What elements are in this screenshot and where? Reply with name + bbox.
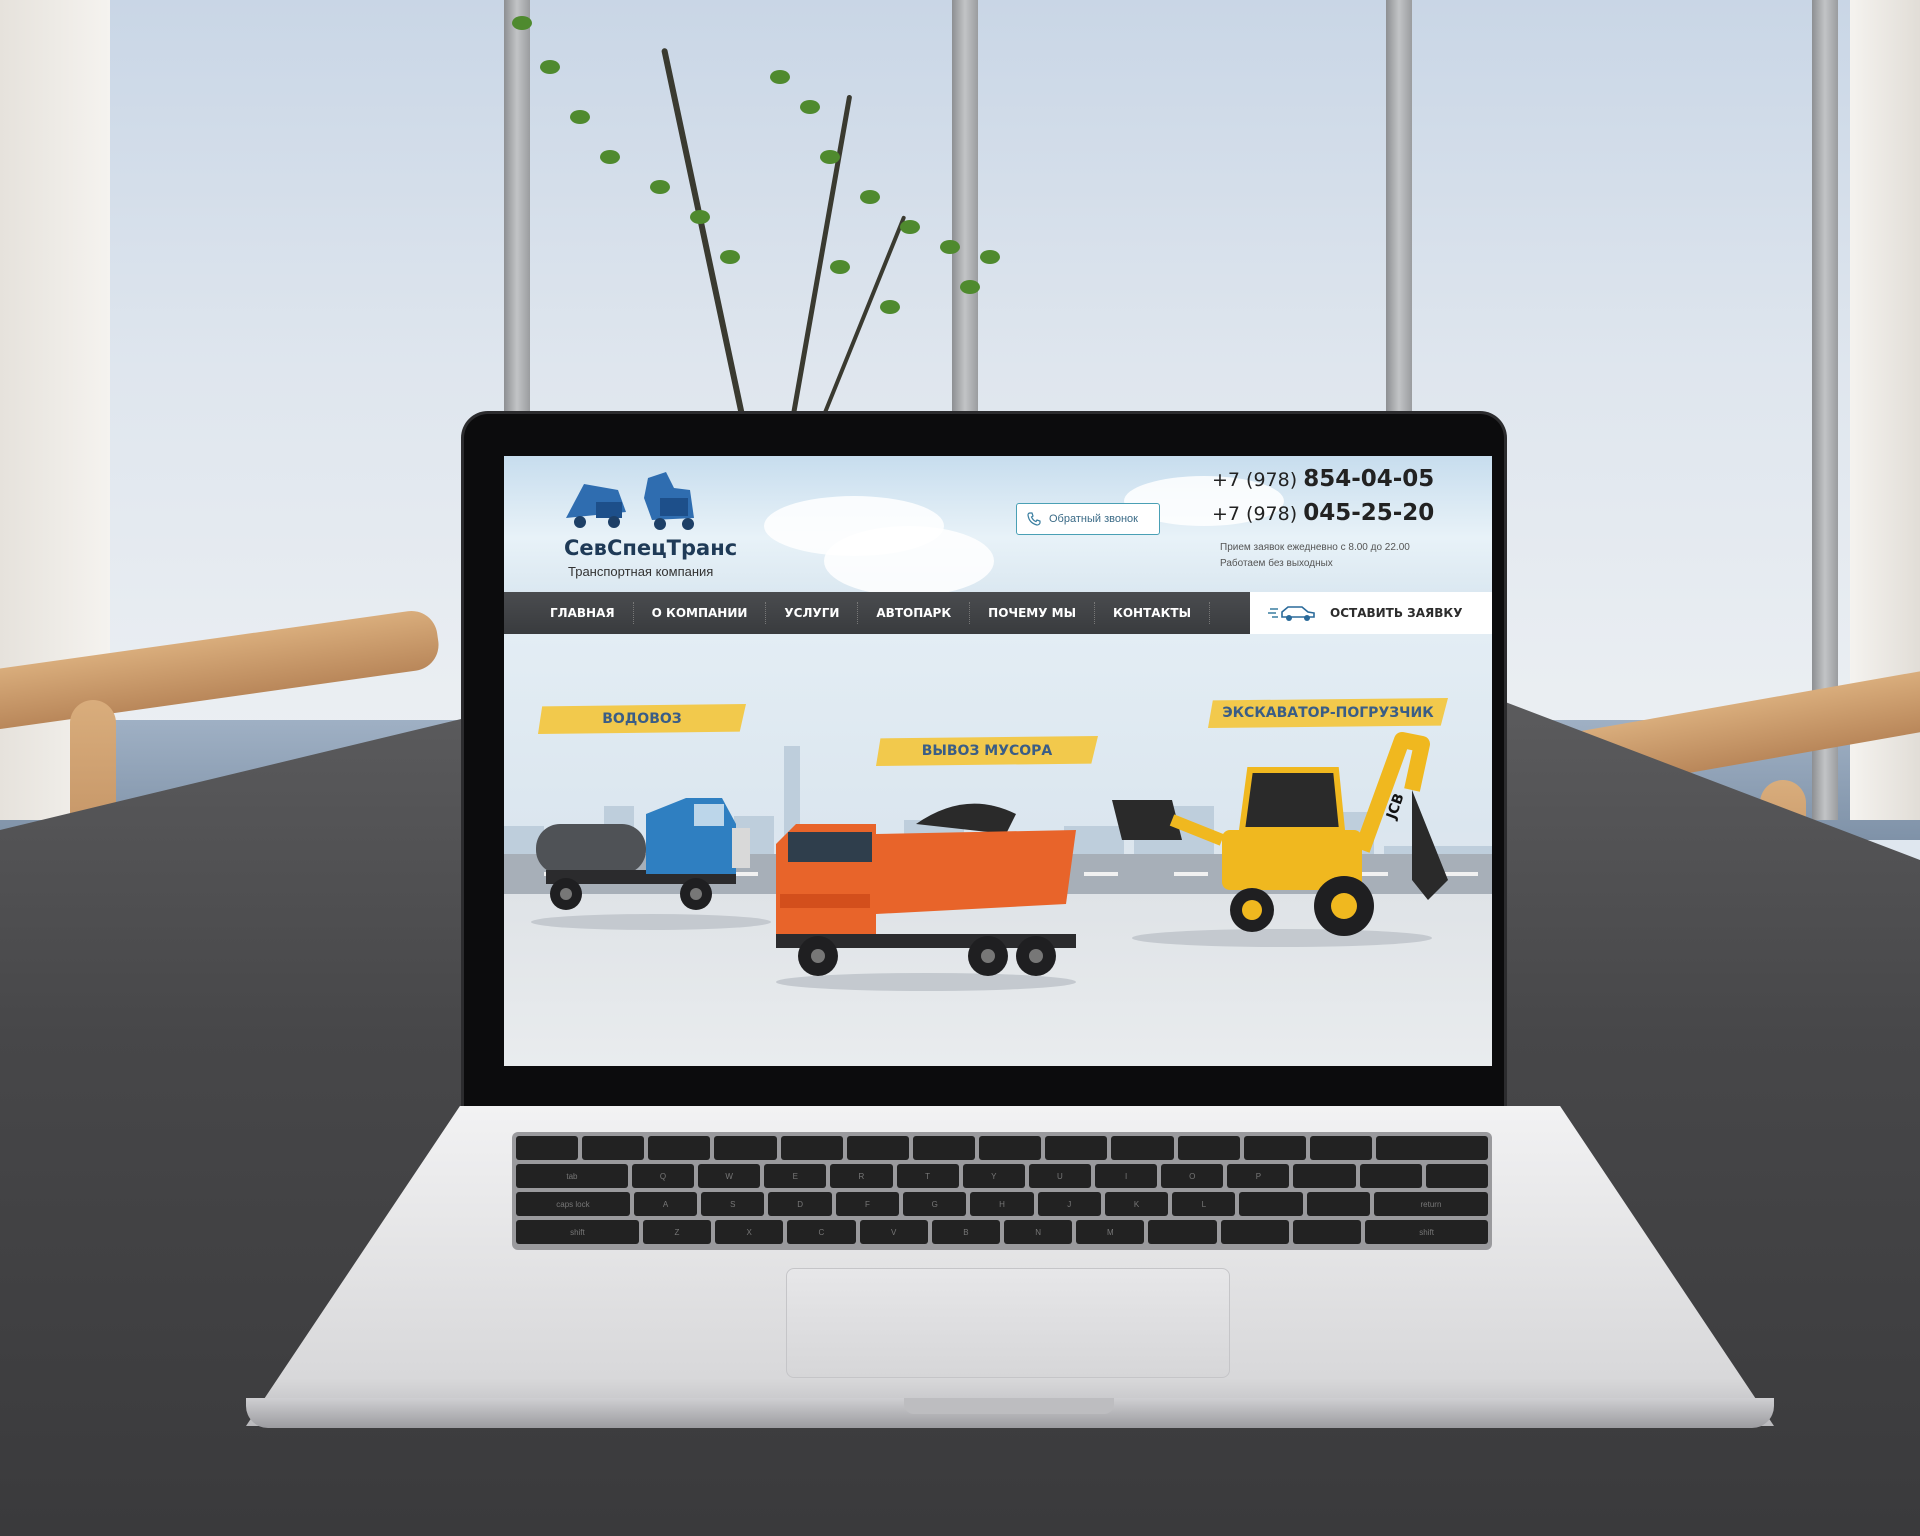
order-request-button[interactable]: ОСТАВИТЬ ЗАЯВКУ — [1250, 592, 1492, 634]
nav-item-why-us[interactable]: ПОЧЕМУ МЫ — [970, 602, 1096, 624]
phone-number-1[interactable]: +7 (978) 854-04-05 — [1212, 466, 1434, 492]
car-icon — [1268, 606, 1315, 621]
order-request-label: ОСТАВИТЬ ЗАЯВКУ — [1330, 606, 1463, 620]
phone-number: 854-04-05 — [1303, 466, 1435, 492]
phone-number: 045-25-20 — [1303, 500, 1435, 526]
hours-note: Прием заявок ежедневно с 8.00 до 22.00 — [1220, 542, 1410, 553]
callback-button[interactable]: Обратный звонок — [1016, 503, 1160, 535]
callback-label: Обратный звонок — [1049, 513, 1138, 525]
hero-label-water-truck[interactable]: ВОДОВОЗ — [538, 704, 746, 734]
brand-name[interactable]: СевСпецТранс — [564, 536, 737, 560]
nav-item-contacts[interactable]: КОНТАКТЫ — [1095, 602, 1210, 624]
laptop-screen: СевСпецТранс Транспортная компания Обрат… — [504, 456, 1492, 1066]
phone-prefix: +7 (978) — [1212, 469, 1298, 491]
brand-tagline: Транспортная компания — [568, 564, 714, 579]
main-nav: ГЛАВНАЯ О КОМПАНИИ УСЛУГИ АВТОПАРК ПОЧЕМ… — [504, 592, 1492, 634]
nav-item-home[interactable]: ГЛАВНАЯ — [504, 602, 634, 624]
water-truck-image — [531, 798, 771, 930]
nav-item-services[interactable]: УСЛУГИ — [766, 602, 859, 624]
weekend-note: Работаем без выходных — [1220, 558, 1333, 569]
laptop-notch — [904, 1398, 1114, 1414]
dump-truck-image — [776, 803, 1076, 991]
phone-number-2[interactable]: +7 (978) 045-25-20 — [1212, 500, 1434, 526]
site-header: СевСпецТранс Транспортная компания Обрат… — [504, 456, 1492, 596]
trackpad — [786, 1268, 1230, 1378]
keyboard: tab QWERTYUIOP caps lock A S D F G H J K Lreturn… — [512, 1132, 1492, 1250]
hero-banner: ВОДОВОЗ ВЫВОЗ МУСОРА ЭКСКАВАТОР-ПОГРУЗЧИ… — [504, 634, 1492, 1066]
backhoe-loader-image: JCB — [1112, 732, 1448, 947]
nav-item-fleet[interactable]: АВТОПАРК — [858, 602, 971, 624]
nav-item-about[interactable]: О КОМПАНИИ — [634, 602, 767, 624]
phone-prefix: +7 (978) — [1212, 503, 1298, 525]
company-logo — [566, 472, 694, 530]
photo-scene: tab QWERTYUIOP caps lock A S D F G H J K Lreturn… — [0, 0, 1920, 1536]
hero-label-backhoe[interactable]: ЭКСКАВАТОР-ПОГРУЗЧИК — [1208, 698, 1448, 728]
phone-icon — [1027, 512, 1041, 526]
hero-label-garbage[interactable]: ВЫВОЗ МУСОРА — [876, 736, 1098, 766]
